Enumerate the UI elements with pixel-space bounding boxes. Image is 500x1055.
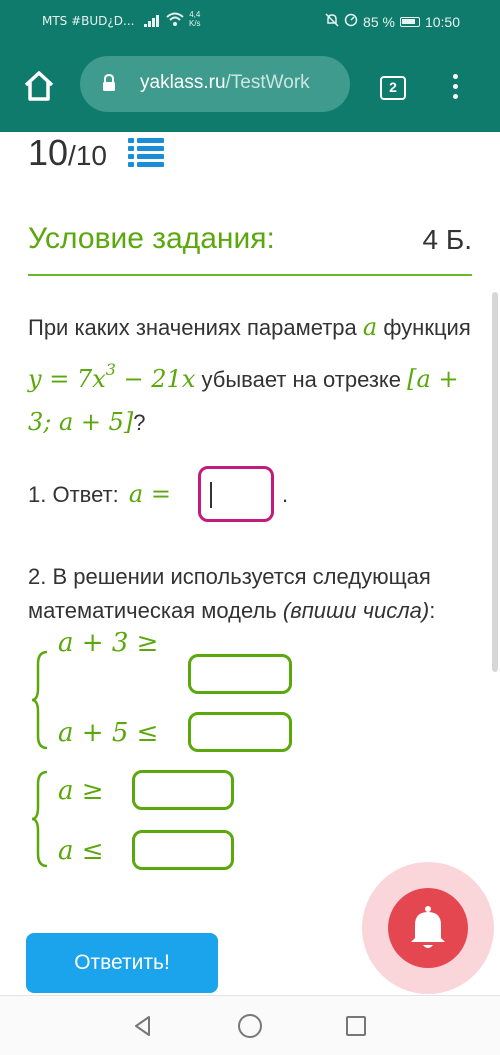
- tabs-icon[interactable]: 2: [380, 76, 406, 100]
- system2-brace-icon: [31, 770, 48, 868]
- system2-row1-label: a ≥: [58, 776, 104, 806]
- question-part3: убывает на отрезке: [201, 367, 402, 392]
- carrier-name: MTS #BUD¿D...: [42, 14, 135, 28]
- divider: [28, 274, 472, 276]
- status-bar: MTS #BUD¿D... 4,4 K/s 85 % 10:50: [0, 0, 500, 44]
- function-formula: y = 7x3 − 21x: [28, 360, 196, 393]
- alarm-icon: [344, 13, 358, 30]
- text-caret: [210, 482, 212, 508]
- back-icon[interactable]: [132, 1015, 154, 1037]
- status-right: 85 % 10:50: [325, 13, 460, 30]
- system2-row1-input[interactable]: [132, 770, 234, 810]
- param-symbol: a: [362, 313, 378, 341]
- question-end: ?: [133, 410, 146, 435]
- system2-row2-input[interactable]: [132, 830, 234, 870]
- recent-apps-icon[interactable]: [346, 1016, 366, 1036]
- answer1-row: 1. Ответ: a =: [28, 480, 171, 508]
- browser-toolbar: yaklass.ru/TestWork 2: [0, 44, 500, 132]
- bell-icon[interactable]: [388, 888, 468, 968]
- home-circle-icon[interactable]: [238, 1014, 262, 1038]
- network-speed-value: 4,4: [189, 10, 201, 19]
- task-list-icon[interactable]: [128, 138, 164, 167]
- answer1-label: 1. Ответ:: [28, 482, 119, 507]
- url-domain: yaklass.ru: [140, 72, 226, 93]
- score-total: /10: [68, 140, 107, 171]
- function-exponent: 3: [105, 360, 116, 379]
- address-bar[interactable]: yaklass.ru/TestWork: [80, 56, 350, 112]
- lock-icon: [102, 73, 116, 92]
- answer1-math: a =: [128, 480, 171, 508]
- question-text: При каких значениях параметра a функция …: [28, 306, 478, 444]
- system1-row2-input[interactable]: [188, 712, 292, 752]
- scrollbar[interactable]: [492, 292, 498, 672]
- question2-end: :: [429, 598, 436, 623]
- battery-percent: 85 %: [363, 13, 395, 30]
- wifi-icon: [166, 12, 184, 29]
- question-part1: При каких значениях параметра: [28, 315, 357, 340]
- clock: 10:50: [424, 13, 460, 30]
- system1-row2-label: a + 5 ≤: [58, 718, 159, 748]
- home-icon[interactable]: [22, 69, 56, 103]
- system1-row1-label: a + 3 ≥: [58, 628, 159, 658]
- score: 10/10: [28, 132, 107, 174]
- menu-icon[interactable]: [450, 74, 460, 104]
- mute-icon: [325, 13, 339, 30]
- submit-button[interactable]: Ответить!: [26, 933, 218, 993]
- question-part2: функция: [383, 315, 471, 340]
- function-rhs: − 21x: [115, 365, 196, 393]
- system1-brace-icon: [31, 650, 48, 750]
- function-lhs: y = 7x: [28, 365, 106, 393]
- answer1-input[interactable]: [198, 466, 274, 522]
- url-text: yaklass.ru/TestWork: [140, 72, 340, 94]
- system1-row1-input[interactable]: [188, 654, 292, 694]
- system2-row2-label: a ≤: [58, 836, 104, 866]
- network-speed: 4,4 K/s: [189, 10, 201, 28]
- network-speed-unit: K/s: [189, 19, 201, 28]
- question2-hint: (впиши числа): [282, 598, 430, 623]
- signal-icon: [144, 15, 162, 30]
- score-current: 10: [28, 132, 69, 173]
- url-path: /TestWork: [225, 72, 310, 93]
- question2-text: 2. В решении используется следующая мате…: [28, 560, 483, 628]
- battery-icon: [399, 16, 420, 27]
- tab-count: 2: [389, 79, 397, 95]
- answer1-end: .: [282, 482, 289, 507]
- condition-title: Условие задания:: [28, 222, 275, 255]
- system-nav-bar: [0, 995, 500, 1055]
- task-points: 4 Б.: [422, 224, 472, 255]
